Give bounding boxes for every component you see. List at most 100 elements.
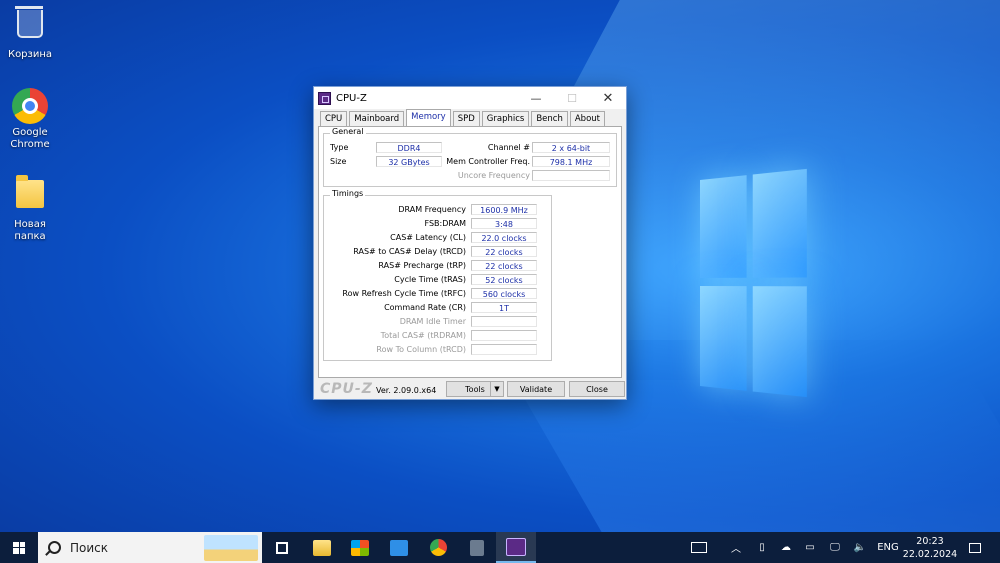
maximize-button[interactable]: ☐ (554, 87, 590, 109)
keyboard-icon (691, 542, 707, 553)
timing-value (471, 344, 537, 355)
folder-icon (12, 175, 48, 216)
calculator-icon (470, 539, 484, 556)
timing-value: 22 clocks (471, 260, 537, 271)
taskbar-cpuz[interactable] (496, 532, 536, 563)
start-button[interactable] (0, 532, 38, 563)
desktop-icon-new-folder[interactable]: Новая папка (0, 175, 60, 243)
wallpaper-windows-logo (700, 168, 807, 398)
mem-controller-freq-value: 798.1 MHz (532, 156, 610, 167)
close-button[interactable]: Close (569, 381, 625, 397)
notification-icon (969, 542, 981, 553)
timing-label: FSB:DRAM (424, 219, 467, 228)
mail-icon (390, 539, 408, 556)
close-window-button[interactable]: ✕ (590, 87, 626, 109)
cpuz-brand-logo: CPU-Z (320, 381, 373, 397)
recycle-bin-icon (12, 6, 48, 46)
channel-label: Channel # (487, 143, 530, 152)
taskbar: Поиск ︿ ▯ ☁ ▭ 🖵 🔈 ENG 20:23 22.02.2024 (0, 532, 1000, 563)
taskbar-chrome[interactable] (418, 532, 458, 563)
window-title: CPU-Z (336, 92, 367, 104)
channel-value: 2 x 64-bit (532, 142, 610, 153)
battery-icon: ▭ (805, 542, 815, 553)
timing-label: DRAM Frequency (398, 205, 466, 214)
timing-label: DRAM Idle Timer (399, 317, 466, 326)
desktop-icon-chrome[interactable]: Google Chrome (0, 88, 60, 151)
network-icon: 🖵 (830, 542, 840, 553)
action-center-button[interactable] (962, 532, 988, 563)
tray-clock[interactable]: 20:23 22.02.2024 (900, 535, 960, 561)
timing-value (471, 316, 537, 327)
timing-label: Total CAS# (tRDRAM) (380, 331, 466, 340)
desktop-icon-label: Google Chrome (10, 127, 50, 150)
desktop-icon-label: Новая папка (14, 219, 46, 242)
taskbar-calculator[interactable] (457, 532, 497, 563)
cloud-icon: ☁ (781, 542, 791, 553)
windows-logo-icon (13, 541, 25, 554)
mem-controller-freq-label: Mem Controller Freq. (446, 157, 530, 166)
tray-app-icon-3[interactable]: ▭ (800, 532, 820, 563)
cpuz-window: CPU-Z — ☐ ✕ CPU Mainboard Memory SPD Gra… (313, 86, 627, 400)
uncore-frequency-label: Uncore Frequency (457, 171, 530, 180)
timings-group: Timings DRAM Frequency 1600.9 MHz FSB:DRAM… (323, 189, 552, 361)
timing-value: 22 clocks (471, 246, 537, 257)
taskbar-mail[interactable] (379, 532, 419, 563)
uncore-frequency-value (532, 170, 610, 181)
wallpaper-light-beam (513, 380, 1000, 540)
timing-value: 3:48 (471, 218, 537, 229)
task-view-icon (276, 541, 288, 554)
tray-show-hidden-icons[interactable]: ︿ (726, 532, 746, 563)
minimize-button[interactable]: — (518, 87, 554, 109)
tab-strip: CPU Mainboard Memory SPD Graphics Bench … (320, 109, 607, 128)
timing-value: 22.0 clocks (471, 232, 537, 243)
timing-label: Cycle Time (tRAS) (394, 275, 466, 284)
timing-label: Row Refresh Cycle Time (tRFC) (342, 289, 466, 298)
tray-network[interactable]: 🖵 (824, 532, 846, 563)
clock-date: 22.02.2024 (902, 549, 958, 560)
timing-value: 1T (471, 302, 537, 313)
taskbar-search-box[interactable]: Поиск (38, 532, 262, 563)
timing-value: 52 clocks (471, 274, 537, 285)
type-value: DDR4 (376, 142, 442, 153)
timing-label: RAS# Precharge (tRP) (378, 261, 466, 270)
size-value: 32 GBytes (376, 156, 442, 167)
timing-value: 1600.9 MHz (471, 204, 537, 215)
store-icon (351, 539, 369, 556)
tray-app-icon-2[interactable]: ☁ (776, 532, 796, 563)
timing-label: CAS# Latency (CL) (390, 233, 466, 242)
cpuz-app-icon (318, 91, 331, 105)
memory-panel: General Type DDR4 Size 32 GBytes Channel… (318, 126, 622, 378)
window-footer: CPU-Z Ver. 2.09.0.x64 Tools ▼ Validate C… (314, 381, 626, 399)
tray-language[interactable]: ENG (874, 532, 902, 563)
timing-value (471, 330, 537, 341)
chrome-icon (12, 88, 48, 124)
general-group-label: General (330, 127, 366, 136)
tray-app-icon-1[interactable]: ▯ (752, 532, 772, 563)
timing-label: Row To Column (tRCD) (376, 345, 466, 354)
desktop-icon-recycle-bin[interactable]: Корзина (0, 6, 60, 61)
timing-label: RAS# to CAS# Delay (tRCD) (353, 247, 466, 256)
tools-dropdown-arrow-icon[interactable]: ▼ (490, 381, 504, 397)
tray-volume[interactable]: 🔈 (850, 532, 870, 563)
timing-label: Command Rate (CR) (384, 303, 466, 312)
search-placeholder: Поиск (70, 541, 109, 555)
task-view-button[interactable] (262, 532, 302, 563)
tray-touch-keyboard[interactable] (684, 532, 714, 563)
file-explorer-icon (313, 539, 331, 556)
version-label: Ver. 2.09.0.x64 (376, 386, 437, 395)
title-bar[interactable]: CPU-Z — ☐ ✕ (314, 87, 626, 109)
search-highlight-art-icon (204, 535, 258, 561)
desktop-icon-label: Корзина (7, 49, 53, 60)
device-icon: ▯ (759, 542, 765, 553)
timings-group-label: Timings (330, 189, 366, 198)
general-group: General Type DDR4 Size 32 GBytes Channel… (323, 127, 617, 187)
cpuz-icon (506, 537, 526, 556)
type-label: Type (330, 143, 349, 152)
size-label: Size (330, 157, 347, 166)
chrome-icon (429, 539, 447, 556)
timing-value: 560 clocks (471, 288, 537, 299)
validate-button[interactable]: Validate (507, 381, 565, 397)
clock-time: 20:23 (916, 536, 944, 547)
taskbar-file-explorer[interactable] (302, 532, 342, 563)
taskbar-store[interactable] (340, 532, 380, 563)
